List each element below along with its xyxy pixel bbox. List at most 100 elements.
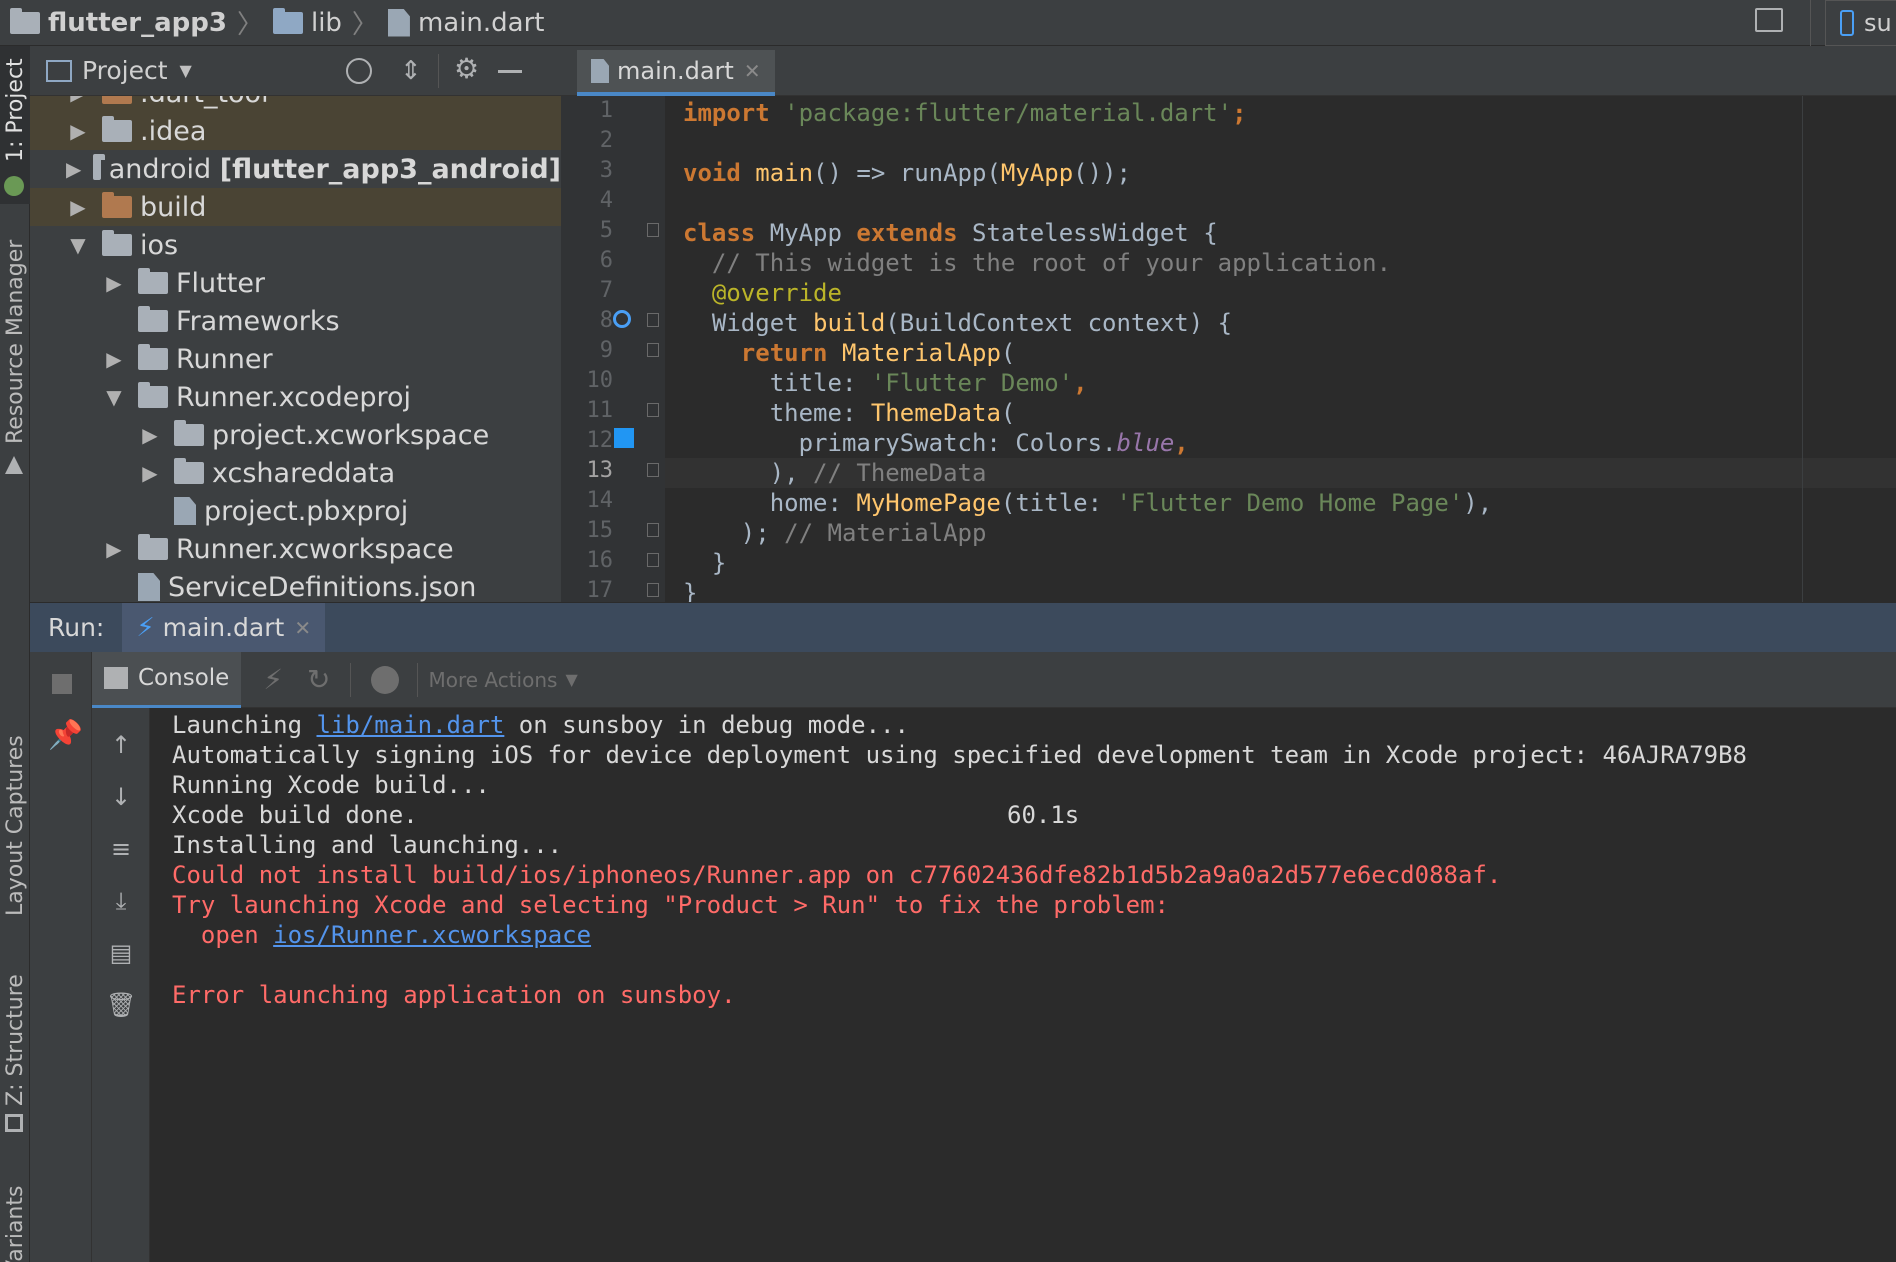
tree-item-ios[interactable]: ▼ ios bbox=[30, 226, 561, 264]
tree-item-flutter[interactable]: ▶ Flutter bbox=[30, 264, 561, 302]
fold-marker-icon[interactable] bbox=[647, 343, 659, 357]
code-line: primarySwatch: Colors.blue, bbox=[683, 429, 1189, 457]
workspace-link[interactable]: ios/Runner.xcworkspace bbox=[273, 921, 591, 949]
fold-marker-icon[interactable] bbox=[647, 463, 659, 477]
collapse-all-icon[interactable]: ⇕ bbox=[400, 56, 422, 86]
tree-item-runner-xcworkspace[interactable]: ▶ Runner.xcworkspace bbox=[30, 530, 561, 568]
editor-tab-main-dart[interactable]: main.dart ✕ bbox=[577, 50, 775, 96]
expand-arrow-icon[interactable]: ▶ bbox=[66, 157, 81, 181]
gear-icon[interactable]: ⚙ bbox=[454, 52, 479, 85]
line-number: 6 bbox=[599, 248, 613, 273]
tree-item-label: .idea bbox=[140, 115, 207, 147]
tree-item-runner-xcodeproj[interactable]: ▼ Runner.xcodeproj bbox=[30, 378, 561, 416]
folder-icon bbox=[174, 458, 204, 484]
console-tab[interactable]: Console bbox=[92, 651, 242, 708]
project-panel-header: Project ▼ ⇕ ⚙ bbox=[30, 46, 561, 96]
console-line: Running Xcode build... bbox=[172, 771, 490, 799]
flutter-icon: ⚡ bbox=[136, 612, 155, 643]
collapse-arrow-icon[interactable]: ▼ bbox=[66, 233, 90, 257]
expand-arrow-icon[interactable]: ▶ bbox=[138, 423, 162, 447]
scroll-to-end-icon[interactable]: ⤓ bbox=[106, 886, 136, 916]
module-name: [flutter_app3_android] bbox=[219, 153, 561, 185]
run-tab-main-dart[interactable]: ⚡ main.dart ✕ bbox=[122, 602, 326, 653]
code-editor[interactable]: import 'package:flutter/material.dart'; v… bbox=[665, 96, 1896, 602]
console-output[interactable]: Launching lib/main.dart on sunsboy in de… bbox=[150, 708, 1896, 1262]
tree-item-label: android bbox=[108, 153, 220, 185]
pin-icon[interactable]: 📌 bbox=[48, 718, 83, 751]
expand-arrow-icon[interactable]: ▶ bbox=[66, 96, 90, 105]
chevron-down-icon[interactable]: ▼ bbox=[180, 61, 192, 80]
expand-arrow-icon[interactable]: ▶ bbox=[102, 271, 126, 295]
tree-item-runner[interactable]: ▶ Runner bbox=[30, 340, 561, 378]
tree-item-xcshareddata[interactable]: ▶ xcshareddata bbox=[30, 454, 561, 492]
trash-icon[interactable]: 🗑 bbox=[106, 990, 136, 1020]
fold-marker-icon[interactable] bbox=[647, 553, 659, 567]
close-icon[interactable]: ✕ bbox=[294, 616, 311, 640]
project-view-label[interactable]: Project bbox=[82, 56, 168, 85]
tree-item-android[interactable]: ▶ android [flutter_app3_android] bbox=[30, 150, 561, 188]
expand-arrow-icon[interactable]: ▶ bbox=[138, 461, 162, 485]
tree-item-project-xcworkspace[interactable]: ▶ project.xcworkspace bbox=[30, 416, 561, 454]
breadcrumb-project[interactable]: flutter_app3 bbox=[10, 7, 227, 38]
tree-item-project-pbxproj[interactable]: ▶ project.pbxproj bbox=[30, 492, 561, 530]
code-line: Widget build(BuildContext context) { bbox=[683, 309, 1233, 337]
structure-tab[interactable]: Z: Structure bbox=[3, 974, 28, 1106]
fold-marker-icon[interactable] bbox=[647, 223, 659, 237]
chevron-down-icon[interactable]: ▼ bbox=[565, 670, 577, 689]
line-number: 4 bbox=[599, 188, 613, 213]
breadcrumb-label: flutter_app3 bbox=[48, 7, 227, 38]
collapse-arrow-icon[interactable]: ▼ bbox=[102, 385, 126, 409]
expand-arrow-icon[interactable]: ▶ bbox=[102, 347, 126, 371]
build-variants-tab[interactable]: d Variants bbox=[3, 1186, 28, 1262]
fold-marker-icon[interactable] bbox=[647, 583, 659, 597]
tree-item-idea[interactable]: ▶ .idea bbox=[30, 112, 561, 150]
chevron-right-icon: 〉 bbox=[236, 10, 263, 40]
expand-arrow-icon[interactable]: ▶ bbox=[66, 195, 90, 219]
stop-icon[interactable] bbox=[52, 674, 72, 694]
tree-item-build[interactable]: ▶ build bbox=[30, 188, 561, 226]
devtools-icon[interactable] bbox=[371, 665, 400, 694]
soft-wrap-icon[interactable]: ≡ bbox=[106, 834, 136, 864]
line-number: 11 bbox=[586, 398, 614, 423]
line-number: 8 bbox=[599, 308, 613, 333]
project-tool-label[interactable]: 1: Project bbox=[3, 58, 28, 162]
hot-restart-icon[interactable]: ↻ bbox=[307, 663, 330, 696]
fold-marker-icon[interactable] bbox=[647, 313, 659, 327]
breadcrumb-lib[interactable]: lib bbox=[272, 7, 342, 38]
hot-reload-icon[interactable]: ⚡ bbox=[263, 663, 283, 696]
hide-panel-icon[interactable] bbox=[498, 70, 522, 73]
file-link[interactable]: lib/main.dart bbox=[317, 711, 505, 739]
fold-marker-icon[interactable] bbox=[647, 403, 659, 417]
more-actions-button[interactable]: More Actions bbox=[428, 668, 557, 692]
tree-item-servicedefinitions[interactable]: ▶ ServiceDefinitions.json bbox=[30, 568, 561, 602]
tree-item-dart-tool[interactable]: ▶ .dart_tool bbox=[30, 96, 561, 112]
print-icon[interactable]: ▤ bbox=[106, 938, 136, 968]
breadcrumb-file[interactable]: main.dart bbox=[387, 8, 544, 38]
override-marker-icon[interactable] bbox=[613, 310, 631, 328]
tree-item-label: project.pbxproj bbox=[204, 495, 409, 527]
folder-icon bbox=[138, 344, 168, 370]
toolbar-divider bbox=[350, 662, 352, 697]
folder-gear-icon bbox=[102, 116, 132, 142]
fold-marker-icon[interactable] bbox=[647, 523, 659, 537]
console-line: Automatically signing iOS for device dep… bbox=[172, 741, 1747, 769]
tree-item-label: build bbox=[140, 191, 207, 223]
resource-manager-tab[interactable]: Resource Manager bbox=[3, 240, 28, 444]
layout-captures-tab[interactable]: Layout Captures bbox=[3, 735, 28, 916]
expand-arrow-icon[interactable]: ▶ bbox=[66, 119, 90, 143]
device-selector[interactable]: su bbox=[1825, 0, 1896, 46]
color-swatch-icon[interactable] bbox=[614, 428, 634, 448]
run-config-icon[interactable] bbox=[1755, 8, 1783, 32]
arrow-up-icon[interactable]: ↑ bbox=[106, 730, 136, 760]
project-tree: ▶ .dart_tool ▶ .idea ▶ android [flutter_… bbox=[30, 96, 561, 602]
line-number: 10 bbox=[586, 368, 614, 393]
expand-arrow-icon[interactable]: ▶ bbox=[102, 537, 126, 561]
tree-item-frameworks[interactable]: ▶ Frameworks bbox=[30, 302, 561, 340]
line-number: 14 bbox=[586, 488, 614, 513]
locate-icon[interactable] bbox=[346, 58, 372, 84]
close-icon[interactable]: ✕ bbox=[744, 59, 761, 83]
code-line: void main() => runApp(MyApp()); bbox=[683, 159, 1131, 187]
arrow-down-icon[interactable]: ↓ bbox=[106, 782, 136, 812]
chevron-right-icon: 〉 bbox=[351, 10, 378, 40]
line-number: 15 bbox=[586, 518, 614, 543]
